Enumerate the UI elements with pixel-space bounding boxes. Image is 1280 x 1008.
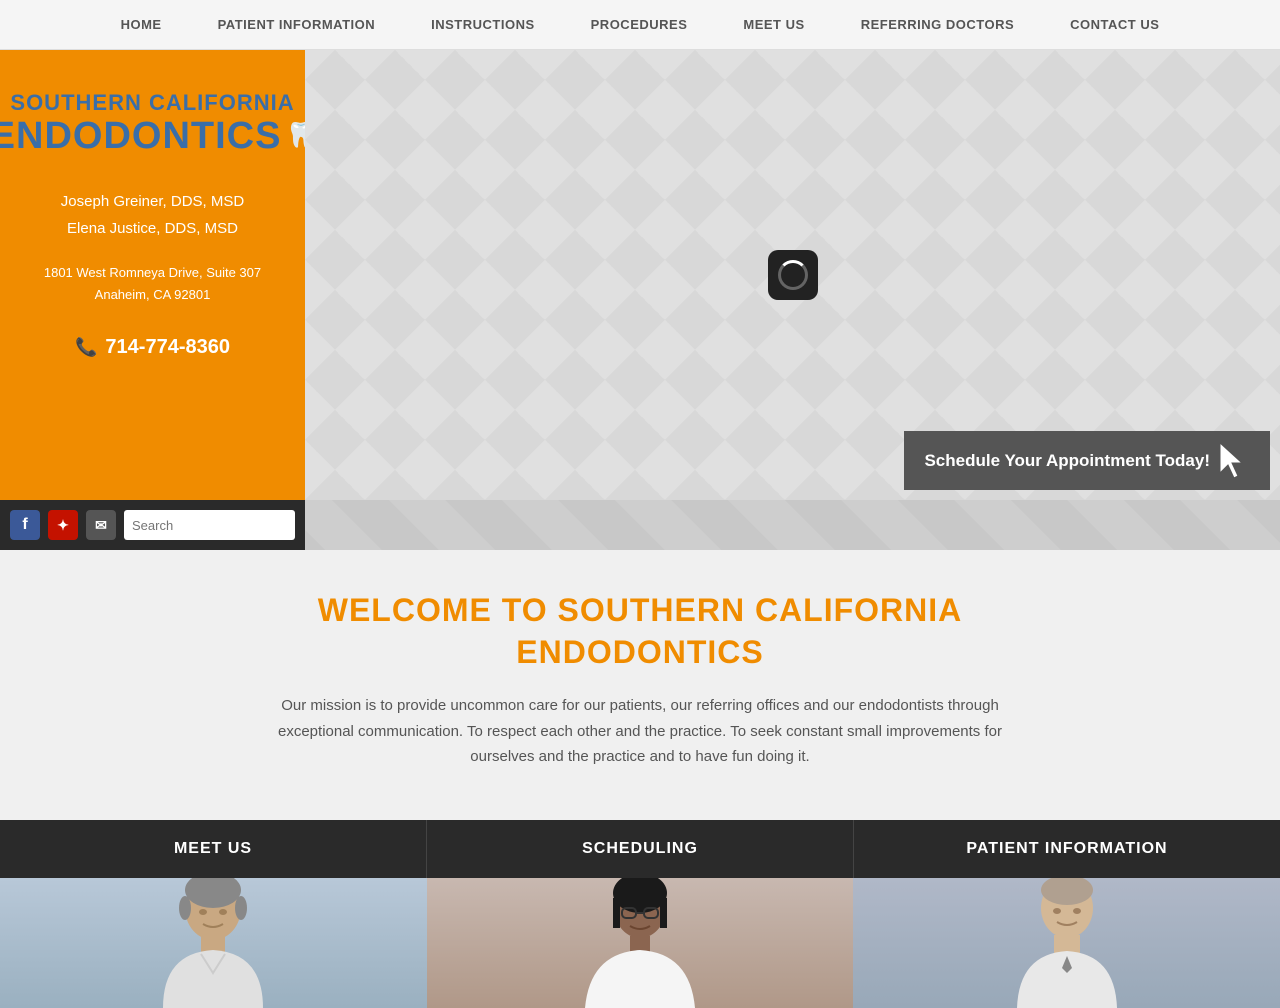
main-content: SOUTHERN CALIFORNIA ENDODONTICS 🦷 Joseph…	[0, 50, 1280, 500]
doctor-names: Joseph Greiner, DDS, MSD Elena Justice, …	[61, 188, 244, 242]
email-button[interactable]: ✉	[86, 510, 116, 540]
practice-address: 1801 West Romneya Drive, Suite 307 Anahe…	[44, 262, 261, 306]
facebook-button[interactable]: f	[10, 510, 40, 540]
hero-area: Schedule Your Appointment Today!	[305, 50, 1280, 500]
welcome-section: WELCOME TO SOUTHERN CALIFORNIA ENDODONTI…	[0, 550, 1280, 820]
loading-spinner	[768, 250, 818, 300]
doctor2-name: Elena Justice, DDS, MSD	[61, 215, 244, 242]
doctor1-photo	[113, 878, 313, 1008]
welcome-body-text: Our mission is to provide uncommon care …	[260, 693, 1020, 770]
cursor-icon	[1220, 443, 1250, 478]
logo-endodontics-text: ENDODONTICS	[0, 116, 281, 158]
email-icon: ✉	[95, 517, 107, 534]
schedule-button-label: Schedule Your Appointment Today!	[924, 451, 1210, 471]
nav-item-meet-us[interactable]: MEET US	[735, 12, 812, 37]
bottom-nav-meet-us-bottom[interactable]: MEET US	[0, 820, 427, 878]
doctor-photo-2	[427, 878, 854, 1008]
nav-item-referring-doctors[interactable]: REFERRING DOCTORS	[853, 12, 1022, 37]
phone-number[interactable]: 📞 714-774-8360	[75, 336, 230, 359]
facebook-icon: f	[22, 516, 27, 534]
address-line2: Anaheim, CA 92801	[44, 284, 261, 306]
nav-item-patient-information[interactable]: PATIENT INFORMATION	[210, 12, 384, 37]
doctor2-photo	[540, 878, 740, 1008]
bottom-nav-scheduling-bottom[interactable]: SCHEDULING	[427, 820, 854, 878]
doctor3-photo	[967, 878, 1167, 1008]
spinner-inner	[778, 260, 808, 290]
welcome-title: WELCOME TO SOUTHERN CALIFORNIA ENDODONTI…	[20, 590, 1260, 673]
phone-icon: 📞	[75, 337, 97, 358]
nav-item-home[interactable]: HOME	[113, 12, 170, 37]
doctor-photo-3	[853, 878, 1280, 1008]
search-container: 🔍	[124, 510, 295, 540]
welcome-title-line1: WELCOME TO SOUTHERN CALIFORNIA	[318, 592, 963, 628]
yelp-icon: ✦	[57, 517, 69, 534]
logo-area: SOUTHERN CALIFORNIA ENDODONTICS 🦷	[0, 90, 315, 158]
logo-southern-text: SOUTHERN CALIFORNIA	[0, 90, 315, 116]
doctor-photo-1	[0, 878, 427, 1008]
schedule-appointment-button[interactable]: Schedule Your Appointment Today!	[904, 431, 1270, 490]
social-search-bar: f ✦ ✉ 🔍	[0, 500, 305, 550]
search-input[interactable]	[124, 514, 295, 537]
phone-text: 714-774-8360	[105, 336, 230, 359]
nav-item-procedures[interactable]: PROCEDURES	[583, 12, 696, 37]
bottom-nav-patient-info-bottom[interactable]: PATIENT INFORMATION	[854, 820, 1280, 878]
welcome-title-line2: ENDODONTICS	[516, 634, 763, 670]
main-navigation: HOME PATIENT INFORMATION INSTRUCTIONS PROCE…	[0, 0, 1280, 50]
address-line1: 1801 West Romneya Drive, Suite 307	[44, 262, 261, 284]
nav-item-contact-us[interactable]: CONTACT US	[1062, 12, 1167, 37]
sidebar: SOUTHERN CALIFORNIA ENDODONTICS 🦷 Joseph…	[0, 50, 305, 500]
yelp-button[interactable]: ✦	[48, 510, 78, 540]
bottom-navigation: MEET USSCHEDULINGPATIENT INFORMATION	[0, 820, 1280, 878]
doctor-photos-section	[0, 878, 1280, 1008]
nav-item-instructions[interactable]: INSTRUCTIONS	[423, 12, 543, 37]
doctor1-name: Joseph Greiner, DDS, MSD	[61, 188, 244, 215]
